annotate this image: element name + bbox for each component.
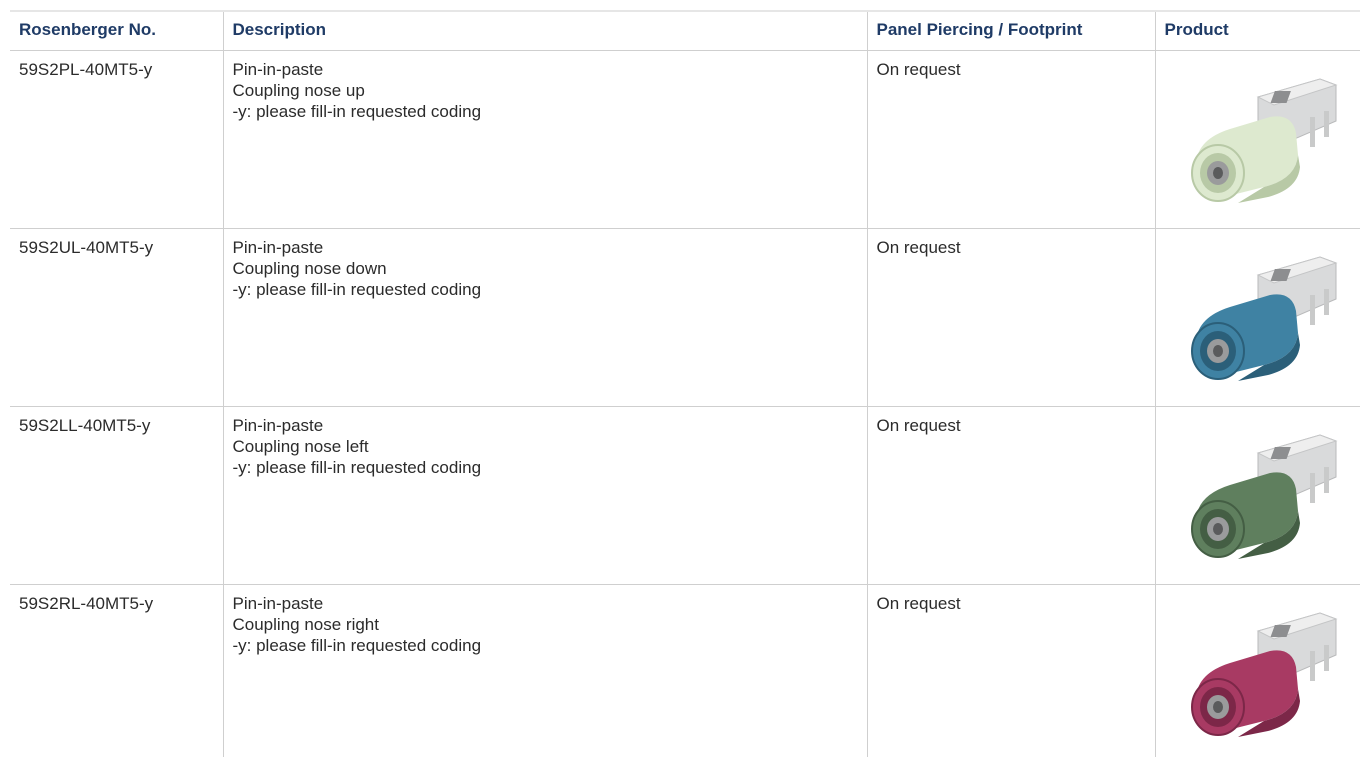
table-header-row: Rosenberger No. Description Panel Pierci… — [10, 12, 1360, 51]
coding-note: -y: please fill-in requested coding — [232, 636, 482, 655]
mounting-type: Pin-in-paste — [232, 416, 324, 435]
table-row: 59S2LL-40MT5-y Pin-in-paste Coupling nos… — [10, 406, 1360, 585]
description-cell: Pin-in-paste Coupling nose down -y: plea… — [222, 228, 867, 407]
table-row: 59S2PL-40MT5-y Pin-in-paste Coupling nos… — [10, 50, 1360, 229]
product-image-cell — [1154, 406, 1360, 585]
panel-piercing: On request — [866, 50, 1155, 229]
coding-note: -y: please fill-in requested coding — [232, 280, 482, 299]
fakra-pcb-connector-icon — [1190, 612, 1338, 737]
part-number: 59S2LL-40MT5-y — [19, 416, 151, 435]
coding-note: -y: please fill-in requested coding — [232, 102, 482, 121]
fakra-pcb-connector-icon — [1190, 434, 1338, 559]
fakra-pcb-connector-icon — [1190, 256, 1338, 381]
part-number: 59S2RL-40MT5-y — [19, 594, 154, 613]
fakra-pcb-connector-icon — [1190, 78, 1338, 203]
description-cell: Pin-in-paste Coupling nose up -y: please… — [222, 50, 867, 229]
part-number: 59S2UL-40MT5-y — [19, 238, 154, 257]
description-cell: Pin-in-paste Coupling nose right -y: ple… — [222, 584, 867, 757]
column-header-product: Product — [1154, 12, 1360, 51]
mounting-type: Pin-in-paste — [232, 60, 324, 79]
product-image-cell — [1154, 584, 1360, 757]
panel-piercing: On request — [866, 406, 1155, 585]
product-image-cell — [1154, 228, 1360, 407]
table-row: 59S2RL-40MT5-y Pin-in-paste Coupling nos… — [10, 584, 1360, 757]
coding-note: -y: please fill-in requested coding — [232, 458, 482, 477]
column-header-panel-piercing: Panel Piercing / Footprint — [866, 12, 1155, 51]
coupling-nose: Coupling nose up — [232, 81, 365, 100]
product-image-cell — [1154, 50, 1360, 229]
column-header-part-no: Rosenberger No. — [19, 20, 156, 39]
coupling-nose: Coupling nose down — [232, 259, 387, 278]
product-table: Rosenberger No. Description Panel Pierci… — [10, 12, 1360, 757]
coupling-nose: Coupling nose left — [232, 437, 369, 456]
description-cell: Pin-in-paste Coupling nose left -y: plea… — [222, 406, 867, 585]
coupling-nose: Coupling nose right — [232, 615, 379, 634]
mounting-type: Pin-in-paste — [232, 594, 324, 613]
part-number: 59S2PL-40MT5-y — [19, 60, 153, 79]
mounting-type: Pin-in-paste — [232, 238, 324, 257]
column-header-description: Description — [222, 12, 867, 51]
panel-piercing: On request — [866, 584, 1155, 757]
table-row: 59S2UL-40MT5-y Pin-in-paste Coupling nos… — [10, 228, 1360, 407]
panel-piercing: On request — [866, 228, 1155, 407]
